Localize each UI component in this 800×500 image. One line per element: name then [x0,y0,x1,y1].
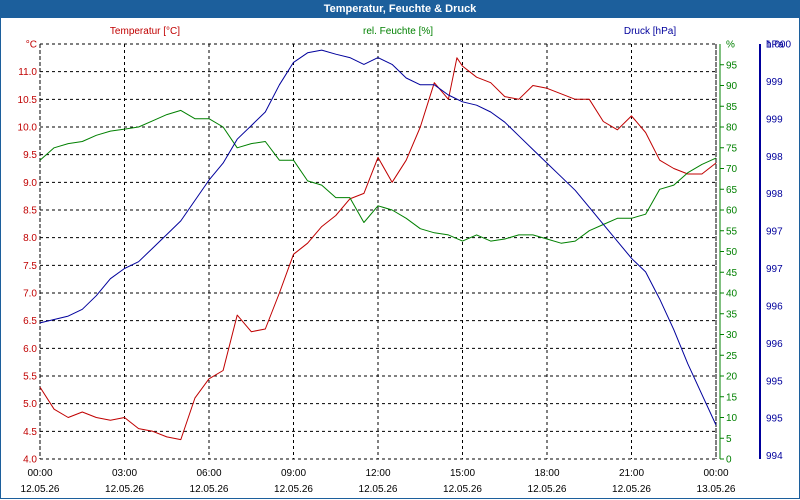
temp-tick-label: 10.5 [18,95,38,106]
x-tick-date: 12.05.26 [443,484,482,495]
pressure-unit-label: hPa [766,40,784,51]
humidity-tick-label: 70 [726,164,738,175]
pressure-tick-label: 994 [766,451,783,462]
temp-tick-label: 9.5 [23,150,37,161]
x-tick-time: 12:00 [365,468,390,479]
humidity-tick-label: 85 [726,102,738,113]
x-tick-date: 13.05.26 [697,484,736,495]
humidity-tick-label: 95 [726,60,738,71]
x-tick-time: 09:00 [281,468,306,479]
humidity-tick-label: 15 [726,392,738,403]
humidity-tick-label: 25 [726,351,738,362]
pressure-tick-label: 995 [766,414,783,425]
humidity-tick-label: 0 [726,455,732,466]
pressure-tick-label: 997 [766,264,783,275]
x-tick-date: 12.05.26 [105,484,144,495]
x-tick-date: 12.05.26 [359,484,398,495]
humidity-tick-label: 65 [726,185,738,196]
humidity-tick-label: 55 [726,226,738,237]
x-tick-date: 12.05.26 [190,484,229,495]
humidity-tick-label: 80 [726,123,738,134]
temp-unit-label: °C [26,40,37,51]
temp-tick-label: 6.5 [23,316,37,327]
temp-tick-label: 7.5 [23,261,37,272]
humidity-tick-label: 90 [726,81,738,92]
x-tick-time: 00:00 [27,468,52,479]
temp-axis-title: Temperatur [°C] [110,26,180,37]
pressure-tick-label: 998 [766,189,783,200]
humidity-tick-label: 20 [726,372,738,383]
humidity-tick-label: 50 [726,247,738,258]
x-tick-date: 12.05.26 [528,484,567,495]
humidity-tick-label: 5 [726,434,732,445]
x-tick-time: 18:00 [534,468,559,479]
x-tick-time: 06:00 [196,468,221,479]
humidity-tick-label: 60 [726,206,738,217]
pressure-tick-label: 995 [766,376,783,387]
pressure-tick-label: 999 [766,114,783,125]
temp-tick-label: 8.5 [23,206,37,217]
temp-tick-label: 5.0 [23,399,37,410]
chart: 4.0 4.5 5.0 5.5 6.0 6.5 7.0 7.5 8.0 8.5 9.0 9.5 10.0… [18,26,792,495]
x-tick-time: 03:00 [112,468,137,479]
pressure-tick-label: 996 [766,301,783,312]
temp-tick-label: 7.0 [23,289,37,300]
temp-tick-label: 9.0 [23,178,37,189]
temp-tick-label: 4.5 [23,427,37,438]
temp-tick-label: 10.0 [18,123,38,134]
humidity-tick-label: 35 [726,309,738,320]
humidity-tick-label: 30 [726,330,738,341]
temp-tick-label: 4.0 [23,455,37,466]
pressure-tick-label: 999 [766,77,783,88]
humidity-unit-label: % [726,40,735,51]
pressure-tick-label: 997 [766,227,783,238]
humidity-tick-label: 75 [726,143,738,154]
humidity-tick-label: 45 [726,268,738,279]
temp-tick-label: 5.5 [23,372,37,383]
x-tick-date: 12.05.26 [21,484,60,495]
humidity-tick-label: 40 [726,289,738,300]
humidity-axis-title: rel. Feuchte [%] [363,26,433,37]
axes [39,43,761,460]
pressure-axis-title: Druck [hPa] [624,26,676,37]
x-tick-date: 12.05.26 [274,484,313,495]
temp-tick-label: 8.0 [23,233,37,244]
x-tick-time: 21:00 [619,468,644,479]
temp-tick-label: 11.0 [18,67,37,78]
pressure-tick-label: 998 [766,152,783,163]
x-tick-time: 15:00 [450,468,475,479]
temp-tick-label: 6.0 [23,344,37,355]
x-tick-date: 12.05.26 [612,484,651,495]
x-tick-time: 00:00 [703,468,728,479]
humidity-tick-label: 10 [726,413,738,424]
pressure-tick-label: 996 [766,339,783,350]
grid [39,44,717,460]
